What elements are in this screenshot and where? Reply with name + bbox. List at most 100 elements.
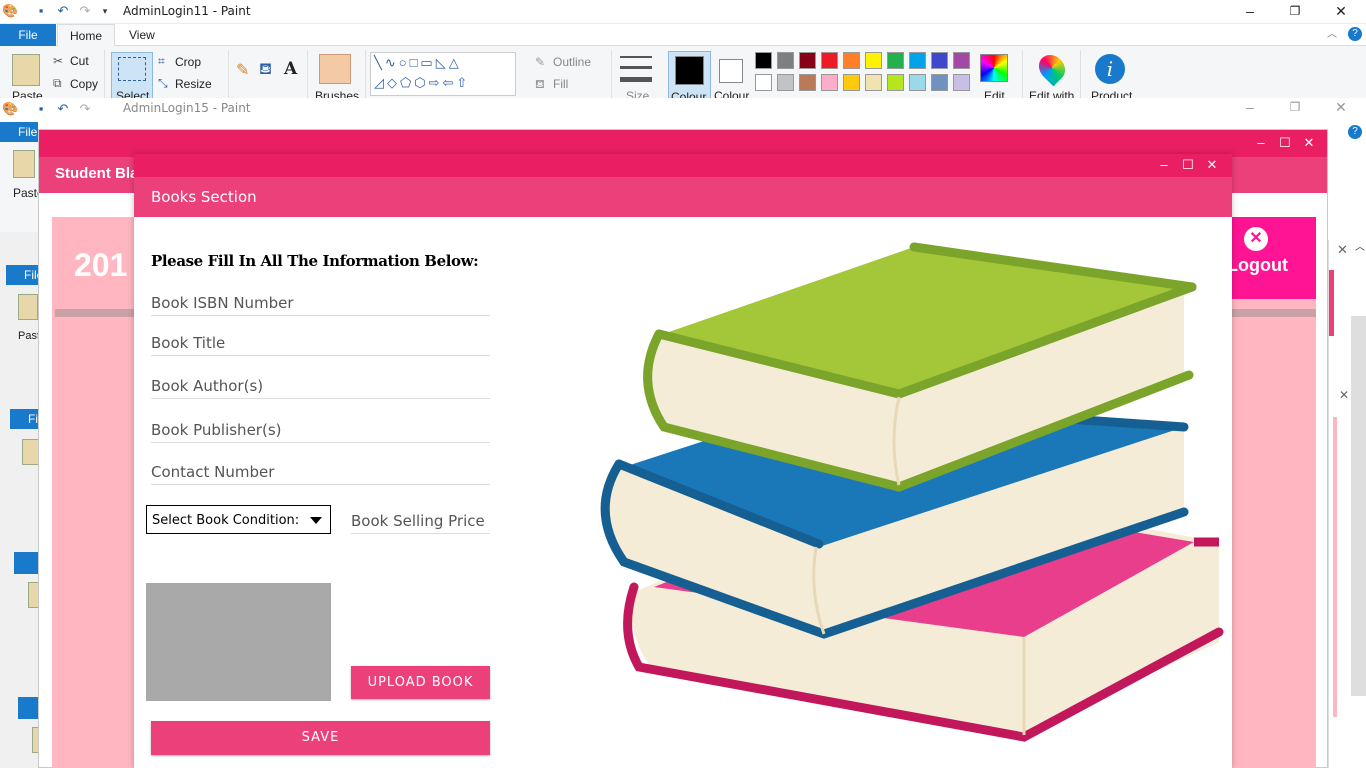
divider: [307, 50, 308, 98]
paint3d-icon[interactable]: [1033, 49, 1071, 87]
paint-app-icon: 🎨: [2, 3, 19, 18]
size-icon[interactable]: [620, 56, 652, 82]
palette-swatch[interactable]: [887, 74, 904, 91]
divider: [228, 50, 229, 98]
close-icon[interactable]: ✕: [1299, 133, 1319, 153]
palette-swatch[interactable]: [777, 52, 794, 69]
minimize-icon[interactable]: –: [1251, 133, 1271, 153]
edit-colours-icon[interactable]: [980, 54, 1008, 82]
product-info-icon[interactable]: i: [1095, 54, 1125, 84]
undo-icon[interactable]: ↶: [56, 102, 70, 116]
maximize-icon[interactable]: ☐: [1178, 155, 1198, 175]
header-title: Student Bla: [55, 165, 139, 182]
help-icon[interactable]: ?: [1348, 27, 1362, 41]
palette-swatch[interactable]: [865, 52, 882, 69]
divider: [1080, 50, 1081, 98]
price-placeholder: Book Selling Price: [351, 512, 485, 530]
scrollbar-thumb[interactable]: [1351, 316, 1366, 696]
books-stack-illustration: [600, 242, 1224, 742]
isbn-placeholder: Book ISBN Number: [151, 294, 294, 312]
tab-file-2[interactable]: File: [0, 122, 38, 142]
header: Books Section: [134, 177, 1232, 217]
colour2-button[interactable]: Colour: [711, 51, 754, 99]
upload-book-button[interactable]: UPLOAD BOOK: [351, 666, 490, 699]
palette-swatch[interactable]: [953, 52, 970, 69]
logout-label: Logout: [1227, 255, 1288, 275]
title-placeholder: Book Title: [151, 334, 226, 352]
palette-swatch[interactable]: [799, 74, 816, 91]
outline-button[interactable]: Outline: [553, 55, 591, 69]
divider: [365, 50, 366, 98]
fill-bucket-icon[interactable]: ⛾: [259, 60, 272, 80]
palette-swatch[interactable]: [931, 74, 948, 91]
palette-swatch[interactable]: [755, 52, 772, 69]
ribbon-tabs: File Home View ︿ ?: [0, 24, 1366, 46]
divider: [611, 50, 612, 98]
close-icon[interactable]: ✕: [1339, 388, 1349, 402]
tab-view[interactable]: View: [117, 24, 167, 46]
palette-swatch[interactable]: [865, 74, 882, 91]
save-icon[interactable]: ▪: [34, 102, 48, 116]
cut-button[interactable]: Cut: [70, 54, 89, 68]
close-icon[interactable]: ✕: [1202, 155, 1222, 175]
palette-swatch[interactable]: [777, 74, 794, 91]
minimize-icon[interactable]: –: [1240, 2, 1260, 20]
scroll-up-icon[interactable]: ︿: [1355, 238, 1365, 253]
select-label: Select Book Condition:: [152, 513, 300, 528]
book-condition-select[interactable]: Select Book Condition:: [146, 505, 331, 534]
close-icon[interactable]: ✕: [1331, 98, 1351, 116]
title-field[interactable]: Book Title: [151, 332, 490, 356]
palette-swatch[interactable]: [799, 52, 816, 69]
collapse-ribbon-icon[interactable]: ︿: [1325, 28, 1339, 42]
publishers-field[interactable]: Book Publisher(s): [151, 419, 490, 443]
isbn-field[interactable]: Book ISBN Number: [151, 292, 490, 316]
pink-edge: [1329, 270, 1334, 336]
copy-button[interactable]: Copy: [70, 77, 98, 91]
selling-price-field[interactable]: Book Selling Price: [351, 510, 490, 534]
crop-button[interactable]: Crop: [175, 55, 201, 69]
header-title: Books Section: [151, 188, 257, 206]
minimize-icon[interactable]: –: [1240, 98, 1260, 116]
select-button[interactable]: Select: [111, 52, 153, 99]
palette-swatch[interactable]: [821, 74, 838, 91]
maximize-icon[interactable]: ☐: [1275, 133, 1295, 153]
palette-swatch[interactable]: [887, 52, 904, 69]
logout-button[interactable]: ✕ Logout: [1227, 217, 1316, 299]
pencil-icon[interactable]: ✎: [236, 60, 249, 80]
text-tool-icon[interactable]: A: [284, 59, 297, 79]
undo-icon[interactable]: ↶: [56, 4, 70, 18]
redo-icon[interactable]: ↷: [78, 102, 92, 116]
restore-icon[interactable]: ❐: [1285, 2, 1305, 20]
palette-swatch[interactable]: [909, 52, 926, 69]
colour1-button[interactable]: Colour: [668, 51, 711, 99]
palette-swatch[interactable]: [755, 74, 772, 91]
authors-field[interactable]: Book Author(s): [151, 375, 490, 399]
paint-window-1: 🎨 ▪ ↶ ↷ ▾ AdminLogin11 - Paint – ❐ ✕ Fil…: [0, 0, 1366, 100]
customize-qat-icon[interactable]: ▾: [98, 4, 112, 18]
paste-icon: [12, 54, 40, 86]
palette-swatch[interactable]: [843, 74, 860, 91]
restore-icon[interactable]: ❐: [1285, 98, 1305, 116]
pink-edge: [1333, 417, 1337, 717]
palette-swatch[interactable]: [821, 52, 838, 69]
shapes-gallery[interactable]: ╲∿○□▭◺△ ◿◇⬠⬡⇨⇦⇧: [370, 52, 516, 96]
tab-home[interactable]: Home: [57, 24, 116, 46]
brushes-icon[interactable]: [319, 54, 351, 84]
resize-button[interactable]: Resize: [175, 77, 212, 91]
redo-icon[interactable]: ↷: [78, 4, 92, 18]
close-icon[interactable]: ✕: [1337, 242, 1348, 258]
save-button[interactable]: SAVE: [151, 721, 490, 755]
save-icon[interactable]: ▪: [34, 4, 48, 18]
size-line-icon: [620, 66, 652, 69]
fill-button[interactable]: Fill: [553, 77, 568, 91]
help-icon[interactable]: ?: [1348, 125, 1362, 139]
divider: [104, 50, 105, 98]
palette-swatch[interactable]: [843, 52, 860, 69]
palette-swatch[interactable]: [953, 74, 970, 91]
tab-file[interactable]: File: [0, 24, 56, 46]
contact-number-field[interactable]: Contact Number: [151, 461, 490, 485]
palette-swatch[interactable]: [909, 74, 926, 91]
palette-swatch[interactable]: [931, 52, 948, 69]
minimize-icon[interactable]: –: [1154, 155, 1174, 175]
close-icon[interactable]: ✕: [1331, 2, 1351, 20]
